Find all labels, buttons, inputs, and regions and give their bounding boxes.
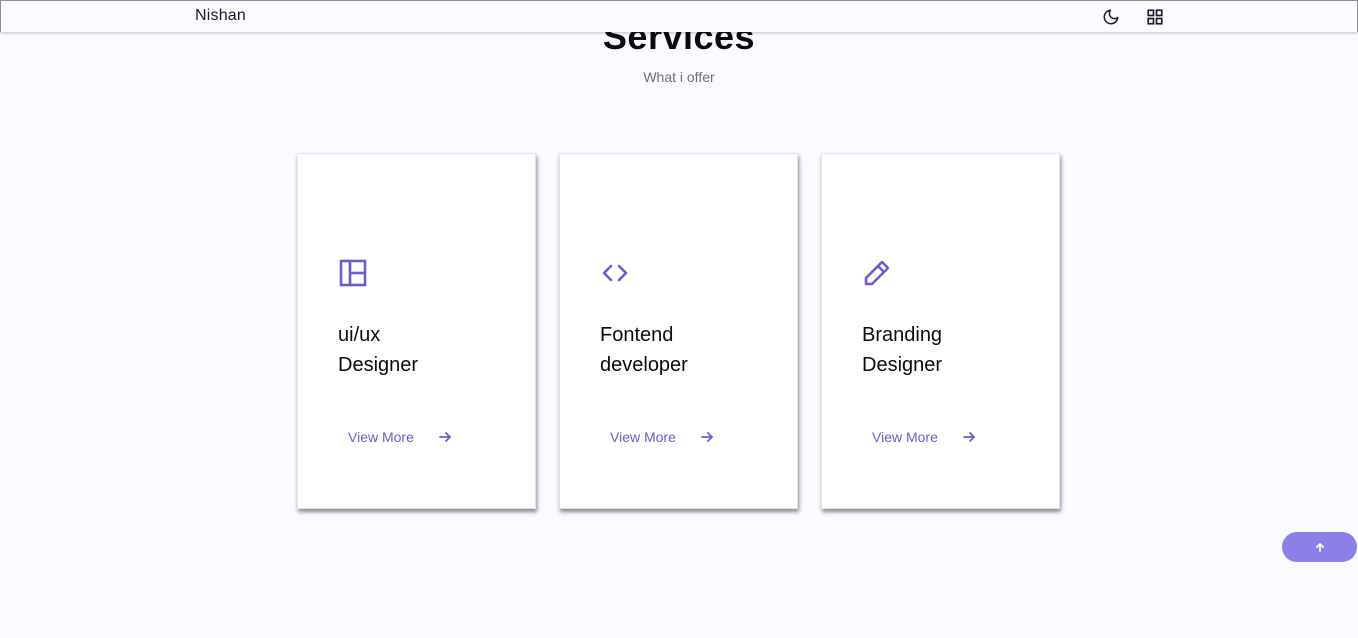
logo[interactable]: Nishan: [195, 7, 246, 25]
service-title: ui/ux Designer: [338, 320, 508, 380]
code-icon: [600, 258, 630, 288]
service-card-branding: Branding Designer View More: [821, 153, 1060, 509]
header: Nishan: [0, 0, 1358, 32]
moon-icon: [1103, 9, 1119, 25]
view-more-link[interactable]: View More: [610, 429, 714, 445]
theme-toggle-button[interactable]: [1100, 6, 1122, 28]
service-title: Branding Designer: [862, 320, 1032, 380]
menu-button[interactable]: [1144, 6, 1166, 28]
arrow-right-icon: [438, 430, 452, 444]
scroll-up-button[interactable]: [1282, 532, 1357, 562]
layout-icon: [338, 258, 368, 288]
arrow-up-icon: [1315, 543, 1324, 552]
view-more-label: View More: [872, 429, 938, 445]
service-card-frontend: Fontend developer View More: [559, 153, 798, 509]
view-more-link[interactable]: View More: [348, 429, 452, 445]
arrow-right-icon: [962, 430, 976, 444]
service-card-uiux: ui/ux Designer View More: [297, 153, 536, 509]
service-title-line2: Designer: [862, 354, 943, 376]
service-title-line1: Fontend: [600, 324, 674, 346]
service-title-line2: Designer: [338, 354, 419, 376]
service-title-line1: Branding: [862, 324, 943, 346]
view-more-link[interactable]: View More: [872, 429, 976, 445]
arrow-right-icon: [700, 430, 714, 444]
section-subtitle: What i offer: [643, 69, 715, 85]
view-more-label: View More: [348, 429, 414, 445]
view-more-label: View More: [610, 429, 676, 445]
service-title-line2: developer: [600, 354, 688, 376]
pencil-icon: [862, 258, 892, 288]
service-title-line1: ui/ux: [338, 324, 381, 346]
grid-icon: [1147, 9, 1163, 25]
service-title: Fontend developer: [600, 320, 770, 380]
